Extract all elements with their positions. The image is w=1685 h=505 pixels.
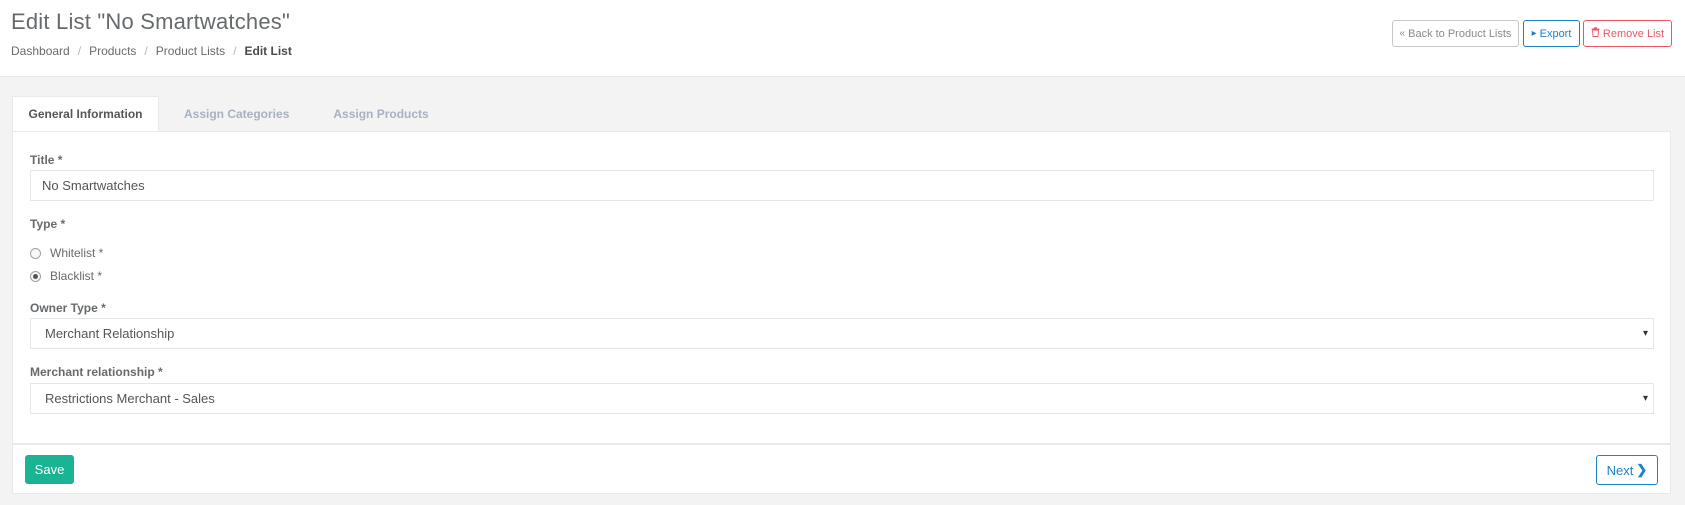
breadcrumb-products[interactable]: Products <box>89 44 136 58</box>
whitelist-label: Whitelist * <box>50 246 104 260</box>
page-title: Edit List "No Smartwatches" <box>11 9 291 34</box>
export-button-label: Export <box>1539 27 1572 40</box>
remove-button-label: Remove List <box>1602 27 1665 40</box>
tab-assign-products[interactable]: Assign Products <box>315 96 446 132</box>
radio-button-selected[interactable] <box>30 270 41 282</box>
tab-bar: General Information Assign Categories As… <box>12 96 447 132</box>
form-footer: Save Next ❯ <box>12 444 1671 494</box>
title-label: Title * <box>30 153 63 167</box>
breadcrumb-separator: / <box>144 44 148 58</box>
type-option-whitelist[interactable]: Whitelist * <box>30 246 103 260</box>
owner-type-select[interactable]: Merchant Relationship ▾ <box>30 318 1654 349</box>
owner-type-label: Owner Type * <box>30 301 106 315</box>
chevron-down-icon: ▾ <box>1642 393 1648 404</box>
export-button[interactable]: ▸ Export <box>1523 20 1580 47</box>
breadcrumb-separator: / <box>233 44 237 58</box>
back-to-product-lists-button[interactable]: « Back to Product Lists <box>1392 20 1519 47</box>
breadcrumb-edit-list: Edit List <box>244 44 292 58</box>
breadcrumb: Dashboard / Products / Product Lists / E… <box>11 44 292 58</box>
tab-assign-categories[interactable]: Assign Categories <box>166 96 307 132</box>
trash-icon <box>1591 27 1600 40</box>
caret-right-icon: ▸ <box>1531 28 1537 39</box>
breadcrumb-separator: / <box>77 44 82 58</box>
next-button-label: Next <box>1606 462 1634 478</box>
page-header: Edit List "No Smartwatches" Dashboard / … <box>0 0 1685 77</box>
breadcrumb-product-lists[interactable]: Product Lists <box>156 44 225 58</box>
type-label: Type * <box>30 217 66 231</box>
owner-type-value: Merchant Relationship <box>45 326 175 341</box>
merchant-relationship-value: Restrictions Merchant - Sales <box>45 391 215 406</box>
general-information-panel: Title * No Smartwatches Type * Whitelist… <box>12 131 1671 444</box>
double-chevron-left-icon: « <box>1399 28 1406 39</box>
tab-general-information[interactable]: General Information <box>12 96 159 132</box>
chevron-right-icon: ❯ <box>1636 462 1648 477</box>
remove-list-button[interactable]: Remove List <box>1583 20 1672 47</box>
save-button[interactable]: Save <box>25 455 74 484</box>
title-input[interactable]: No Smartwatches <box>30 170 1654 201</box>
blacklist-label: Blacklist * <box>50 269 103 283</box>
type-option-blacklist[interactable]: Blacklist * <box>30 269 102 283</box>
radio-button[interactable] <box>30 247 41 259</box>
merchant-relationship-label: Merchant relationship * <box>30 365 163 379</box>
back-button-label: Back to Product Lists <box>1408 27 1512 40</box>
merchant-relationship-select[interactable]: Restrictions Merchant - Sales ▾ <box>30 383 1654 414</box>
next-button[interactable]: Next ❯ <box>1596 455 1658 485</box>
breadcrumb-dashboard[interactable]: Dashboard <box>11 44 70 58</box>
chevron-down-icon: ▾ <box>1642 328 1648 339</box>
